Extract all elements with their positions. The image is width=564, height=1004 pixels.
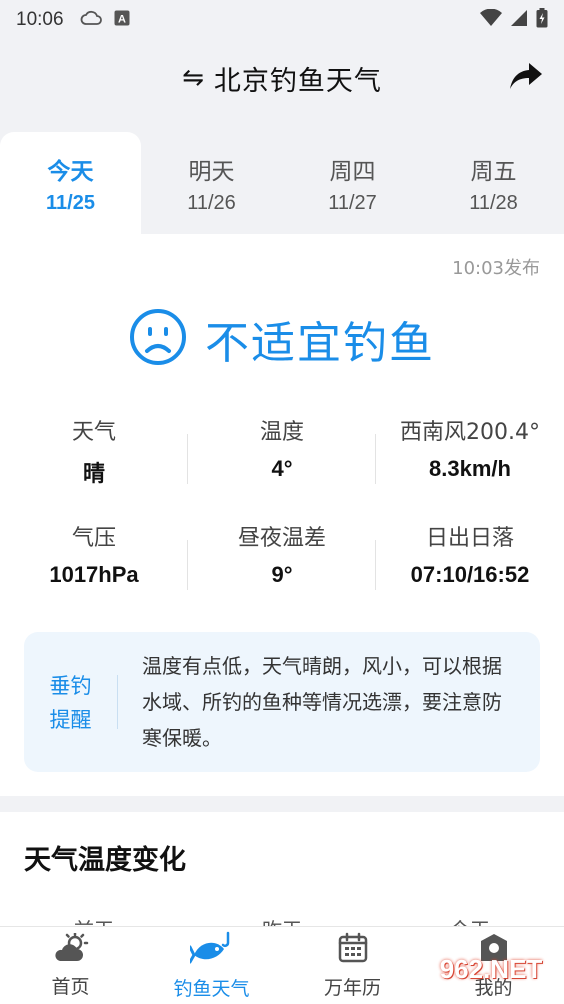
tab-label: 周四 xyxy=(329,158,376,185)
nav-item-fishing-weather[interactable]: 钓鱼天气 xyxy=(141,927,282,1004)
metric-label: 温度 xyxy=(259,420,304,445)
metric-value: 1017hPa xyxy=(49,562,139,587)
nav-label: 万年历 xyxy=(323,976,381,999)
date-tabs: 今天 11/25 明天 11/26 周四 11/27 周五 11/28 xyxy=(0,132,564,234)
page-title: 北京钓鱼天气 xyxy=(213,65,382,97)
nav-label: 首页 xyxy=(51,975,90,998)
fishing-forecast-card: 10:03发布 不适宜钓鱼 天气 晴 温度 4° 西南风200.4° 8.3km… xyxy=(0,234,564,796)
tip-title: 垂钓 提醒 xyxy=(24,674,118,732)
metric-label: 日出日落 xyxy=(425,526,514,551)
fishing-tip-box: 垂钓 提醒 温度有点低，天气晴朗，风小，可以根据水域、所钓的鱼种等情况选漂，要注… xyxy=(24,632,540,772)
metric-temp-diff: 昼夜温差 9° xyxy=(188,520,376,626)
metric-value: 9° xyxy=(271,562,293,587)
watermark-text: 962.NET xyxy=(439,953,543,984)
nav-item-home[interactable]: 首页 xyxy=(0,927,141,1004)
weather-metrics: 天气 晴 温度 4° 西南风200.4° 8.3km/h 气压 1017hPa … xyxy=(0,414,564,626)
watermark-logo: 962.NET xyxy=(426,944,556,994)
nav-label: 钓鱼天气 xyxy=(173,977,250,1000)
metric-value: 晴 xyxy=(82,462,105,487)
temperature-change-card: 天气温度变化 前天 昨天 今天 xyxy=(0,812,564,942)
tab-label: 明天 xyxy=(188,158,235,185)
nav-item-calendar[interactable]: 万年历 xyxy=(282,927,423,1004)
calendar-icon xyxy=(337,932,369,969)
city-switch[interactable]: ⇋ 北京钓鱼天气 xyxy=(182,59,382,98)
metric-weather: 天气 晴 xyxy=(0,414,188,520)
sad-face-icon xyxy=(129,308,187,370)
metrics-row-1: 天气 晴 温度 4° 西南风200.4° 8.3km/h xyxy=(0,414,564,520)
metric-value: 8.3km/h xyxy=(429,456,511,481)
metric-label: 昼夜温差 xyxy=(237,526,326,551)
fish-icon xyxy=(188,931,234,970)
publish-time: 10:03发布 xyxy=(452,258,540,279)
tip-title-line2: 提醒 xyxy=(49,708,92,732)
metric-label: 西南风200.4° xyxy=(400,420,540,445)
tab-label: 周五 xyxy=(470,158,517,185)
share-icon xyxy=(509,61,543,95)
tab-label: 今天 xyxy=(47,158,94,185)
tab-friday[interactable]: 周五 11/28 xyxy=(423,132,564,234)
weather-icon xyxy=(53,931,89,968)
tip-title-line1: 垂钓 xyxy=(49,674,92,698)
tab-today[interactable]: 今天 11/25 xyxy=(0,132,141,234)
tip-text: 温度有点低，天气晴朗，风小，可以根据水域、所钓的鱼种等情况选漂，要注意防寒保暖。 xyxy=(142,654,502,750)
metric-value: 4° xyxy=(271,456,293,481)
tab-date: 11/25 xyxy=(46,191,95,214)
metrics-row-2: 气压 1017hPa 昼夜温差 9° 日出日落 07:10/16:52 xyxy=(0,520,564,626)
signal-icon xyxy=(510,9,528,31)
tab-tomorrow[interactable]: 明天 11/26 xyxy=(141,132,282,234)
cloud-icon xyxy=(80,10,102,30)
metric-temperature: 温度 4° xyxy=(188,414,376,520)
metric-label: 气压 xyxy=(71,526,116,551)
fishing-verdict: 不适宜钓鱼 xyxy=(0,304,564,374)
metric-sunrise-sunset: 日出日落 07:10/16:52 xyxy=(376,520,564,626)
switch-city-icon[interactable]: ⇋ xyxy=(182,63,204,93)
status-time: 10:06 xyxy=(16,9,64,30)
verdict-text: 不适宜钓鱼 xyxy=(205,318,435,369)
share-button[interactable] xyxy=(508,60,544,96)
metric-label: 天气 xyxy=(71,420,116,445)
svg-text:A: A xyxy=(118,14,126,26)
metric-value: 07:10/16:52 xyxy=(410,562,530,587)
section-title: 天气温度变化 xyxy=(24,845,186,876)
tab-thursday[interactable]: 周四 11/27 xyxy=(282,132,423,234)
battery-icon xyxy=(536,8,548,32)
wifi-icon xyxy=(480,8,502,31)
status-bar: 10:06 A xyxy=(0,0,564,40)
tab-date: 11/28 xyxy=(469,191,518,214)
notification-a-icon: A xyxy=(114,10,130,30)
metric-pressure: 气压 1017hPa xyxy=(0,520,188,626)
app-header: ⇋ 北京钓鱼天气 xyxy=(0,40,564,116)
tab-date: 11/26 xyxy=(187,191,236,214)
metric-wind: 西南风200.4° 8.3km/h xyxy=(376,414,564,520)
tab-date: 11/27 xyxy=(328,191,377,214)
